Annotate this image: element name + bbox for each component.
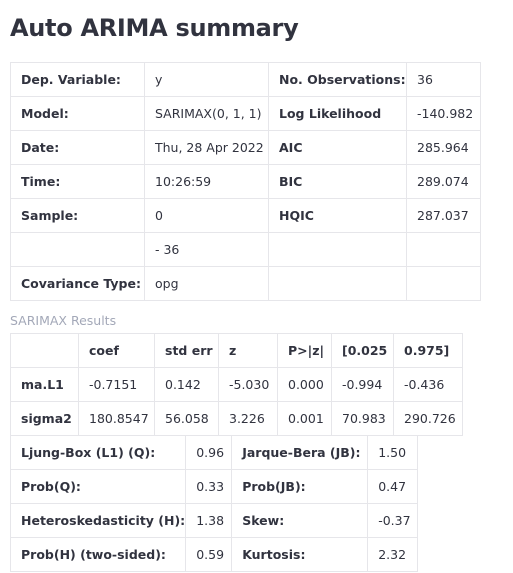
diagnostic-label: Prob(JB): bbox=[231, 469, 369, 504]
summary-label: Model: bbox=[10, 96, 145, 131]
summary-value: 10:26:59 bbox=[144, 164, 269, 199]
diagnostic-value: 0.96 bbox=[185, 435, 233, 470]
summary-label: AIC bbox=[268, 130, 407, 165]
summary-label: Time: bbox=[10, 164, 145, 199]
table-row: Model: SARIMAX(0, 1, 1) Log Likelihood -… bbox=[10, 96, 481, 131]
table-row: Prob(Q): 0.33 Prob(JB): 0.47 bbox=[9, 469, 419, 504]
summary-value bbox=[406, 232, 481, 267]
diagnostic-label: Prob(H) (two-sided): bbox=[9, 537, 187, 572]
table-cell: 56.058 bbox=[154, 401, 219, 436]
summary-label bbox=[268, 232, 407, 267]
table-cell: -5.030 bbox=[218, 367, 278, 402]
summary-label: Sample: bbox=[10, 198, 145, 233]
summary-value: 285.964 bbox=[406, 130, 481, 165]
summary-value: -140.982 bbox=[406, 96, 481, 131]
summary-label: HQIC bbox=[268, 198, 407, 233]
summary-value: Thu, 28 Apr 2022 bbox=[144, 130, 269, 165]
diagnostic-value: 0.59 bbox=[185, 537, 233, 572]
diagnostic-label: Jarque-Bera (JB): bbox=[231, 435, 369, 470]
summary-value bbox=[406, 266, 481, 301]
column-header: std err bbox=[154, 333, 219, 368]
table-row: Time: 10:26:59 BIC 289.074 bbox=[10, 164, 481, 199]
summary-label: No. Observations: bbox=[268, 62, 407, 97]
table-row: Ljung-Box (L1) (Q): 0.96 Jarque-Bera (JB… bbox=[9, 435, 419, 470]
parameter-name: ma.L1 bbox=[10, 367, 79, 402]
table-row: sigma2 180.8547 56.058 3.226 0.001 70.98… bbox=[10, 401, 463, 436]
summary-label: Covariance Type: bbox=[10, 266, 145, 301]
table-cell: -0.994 bbox=[331, 367, 394, 402]
column-header: z bbox=[218, 333, 278, 368]
diagnostics-table: Ljung-Box (L1) (Q): 0.96 Jarque-Bera (JB… bbox=[9, 435, 419, 572]
table-cell: 3.226 bbox=[218, 401, 278, 436]
table-row: ma.L1 -0.7151 0.142 -5.030 0.000 -0.994 … bbox=[10, 367, 463, 402]
diagnostic-value: 0.33 bbox=[185, 469, 233, 504]
diagnostic-value: -0.37 bbox=[367, 503, 419, 538]
table-cell: 0.000 bbox=[277, 367, 332, 402]
summary-label bbox=[268, 266, 407, 301]
diagnostic-value: 2.32 bbox=[367, 537, 419, 572]
summary-label: BIC bbox=[268, 164, 407, 199]
coefficients-table: coef std err z P>|z| [0.025 0.975] ma.L1… bbox=[10, 333, 463, 436]
diagnostic-label: Ljung-Box (L1) (Q): bbox=[9, 435, 187, 470]
table-row: Prob(H) (two-sided): 0.59 Kurtosis: 2.32 bbox=[9, 537, 419, 572]
summary-value: y bbox=[144, 62, 269, 97]
results-caption: SARIMAX Results bbox=[10, 313, 117, 328]
model-summary-table: Dep. Variable: y No. Observations: 36 Mo… bbox=[10, 62, 481, 301]
column-header: [0.025 bbox=[331, 333, 394, 368]
table-cell: 0.142 bbox=[154, 367, 219, 402]
table-row: Dep. Variable: y No. Observations: 36 bbox=[10, 62, 481, 97]
parameter-name: sigma2 bbox=[10, 401, 79, 436]
diagnostic-label: Skew: bbox=[231, 503, 369, 538]
diagnostic-label: Kurtosis: bbox=[231, 537, 369, 572]
summary-label: Log Likelihood bbox=[268, 96, 407, 131]
summary-value: 289.074 bbox=[406, 164, 481, 199]
summary-value: 36 bbox=[406, 62, 481, 97]
table-cell: 180.8547 bbox=[78, 401, 155, 436]
diagnostic-label: Prob(Q): bbox=[9, 469, 187, 504]
summary-value: 0 bbox=[144, 198, 269, 233]
column-header: coef bbox=[78, 333, 155, 368]
table-cell: -0.7151 bbox=[78, 367, 155, 402]
summary-value: - 36 bbox=[144, 232, 269, 267]
diagnostic-value: 0.47 bbox=[367, 469, 419, 504]
table-header-row: coef std err z P>|z| [0.025 0.975] bbox=[10, 333, 463, 368]
diagnostic-label: Heteroskedasticity (H): bbox=[9, 503, 187, 538]
summary-value: SARIMAX(0, 1, 1) bbox=[144, 96, 269, 131]
column-header: P>|z| bbox=[277, 333, 332, 368]
summary-label bbox=[10, 232, 145, 267]
table-row: - 36 bbox=[10, 232, 481, 267]
table-cell: 70.983 bbox=[331, 401, 394, 436]
summary-value: opg bbox=[144, 266, 269, 301]
table-row: Heteroskedasticity (H): 1.38 Skew: -0.37 bbox=[9, 503, 419, 538]
column-header: 0.975] bbox=[393, 333, 463, 368]
diagnostic-value: 1.38 bbox=[185, 503, 233, 538]
table-cell: 0.001 bbox=[277, 401, 332, 436]
summary-value: 287.037 bbox=[406, 198, 481, 233]
summary-label: Dep. Variable: bbox=[10, 62, 145, 97]
page-title: Auto ARIMA summary bbox=[10, 14, 299, 42]
column-header bbox=[10, 333, 79, 368]
table-cell: -0.436 bbox=[393, 367, 463, 402]
table-cell: 290.726 bbox=[393, 401, 463, 436]
table-row: Covariance Type: opg bbox=[10, 266, 481, 301]
table-row: Sample: 0 HQIC 287.037 bbox=[10, 198, 481, 233]
table-row: Date: Thu, 28 Apr 2022 AIC 285.964 bbox=[10, 130, 481, 165]
diagnostic-value: 1.50 bbox=[367, 435, 419, 470]
summary-label: Date: bbox=[10, 130, 145, 165]
